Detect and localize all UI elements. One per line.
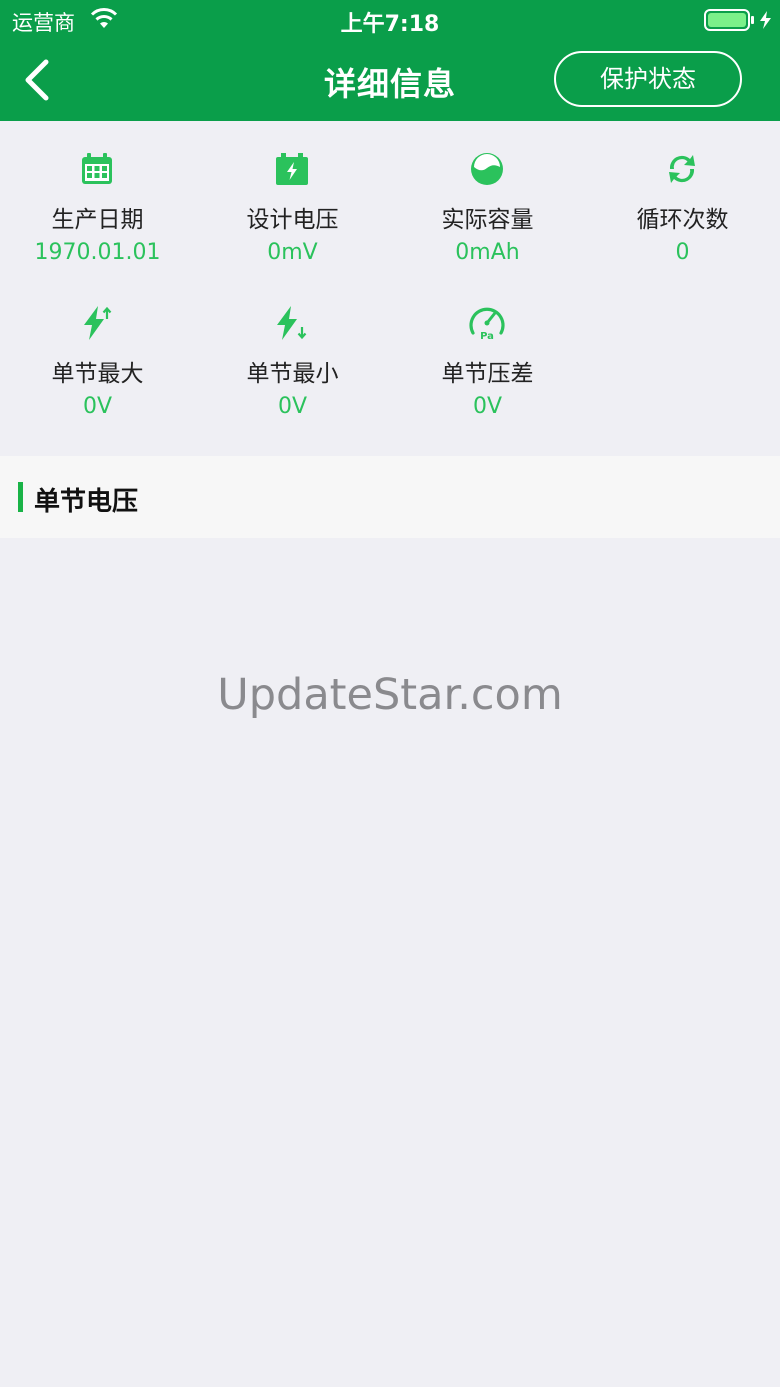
- app-header: 运营商 上午7:18 详细信息 保护状态: [0, 0, 780, 121]
- info-item-cell-min: 单节最小 0V: [195, 275, 390, 419]
- bolt-down-icon: [277, 306, 307, 340]
- info-value: 0mAh: [455, 240, 520, 265]
- info-item-cycle-count: 循环次数 0: [585, 121, 780, 265]
- watermark: UpdateStar.com: [217, 670, 563, 720]
- info-item-design-voltage: 设计电压 0mV: [195, 121, 390, 265]
- svg-text:Pa: Pa: [480, 331, 494, 342]
- protect-status-button[interactable]: 保护状态: [554, 51, 742, 107]
- battery-charging-icon: [704, 9, 771, 31]
- capacity-gauge-icon: [471, 153, 503, 185]
- info-label: 循环次数: [636, 207, 729, 233]
- section-title: 单节电压: [34, 487, 139, 517]
- battery-info-grid: 生产日期 1970.01.01 设计电压 0mV 实际容量 0mAh 循环次数 …: [0, 121, 780, 456]
- info-label: 单节最大: [51, 361, 144, 387]
- info-value: 0mV: [267, 240, 318, 265]
- info-item-cell-max: 单节最大 0V: [0, 275, 195, 419]
- bolt-up-icon: [84, 306, 112, 340]
- info-value: 0: [675, 240, 690, 265]
- info-value: 0V: [82, 394, 113, 419]
- battery-bolt-icon: [276, 153, 308, 185]
- info-item-actual-capacity: 实际容量 0mAh: [390, 121, 585, 265]
- section-accent-bar: [18, 482, 23, 512]
- info-value: 0V: [472, 394, 503, 419]
- info-label: 实际容量: [441, 207, 534, 233]
- info-label: 设计电压: [246, 207, 339, 233]
- info-label: 单节最小: [246, 361, 339, 387]
- info-value: 0V: [277, 394, 308, 419]
- status-time: 上午7:18: [340, 12, 440, 37]
- cycle-refresh-icon: [669, 155, 695, 183]
- info-label: 单节压差: [441, 361, 534, 387]
- pressure-gauge-icon: Pa: [469, 307, 505, 342]
- info-item-production-date: 生产日期 1970.01.01: [0, 121, 195, 265]
- info-label: 生产日期: [51, 207, 144, 233]
- calendar-icon: [82, 153, 112, 184]
- info-item-cell-diff: Pa 单节压差 0V: [390, 275, 585, 419]
- status-bar: 运营商 上午7:18: [0, 0, 780, 40]
- info-value: 1970.01.01: [34, 240, 161, 265]
